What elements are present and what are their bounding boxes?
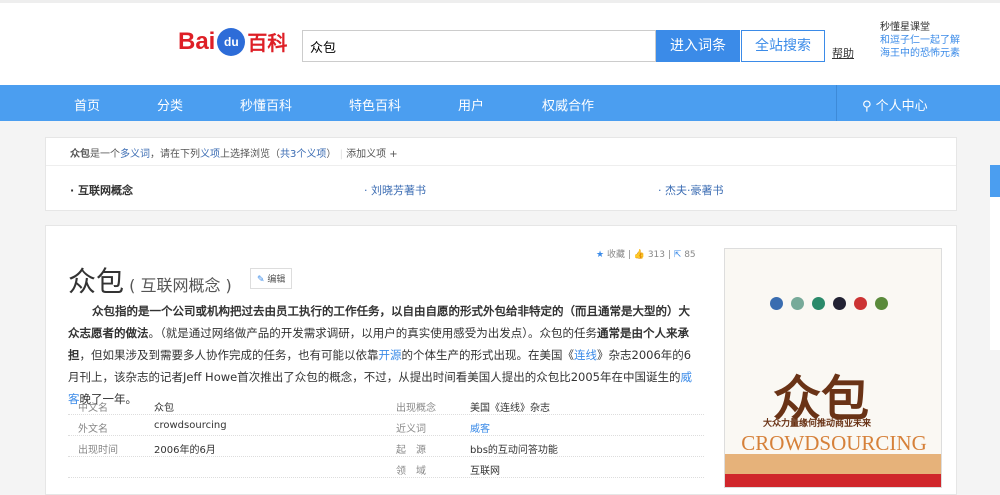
promo-banner[interactable]: 秒懂星课堂 和逗子仁一起了解 海王中的恐怖元素 xyxy=(880,21,960,60)
nav-category[interactable]: 分类 xyxy=(157,95,183,114)
table-row: 中文名 众包 出现概念 美国《连线》杂志 xyxy=(68,394,704,415)
article-tools: ★ 收藏 | 👍 313 | ⇱ 85 xyxy=(596,250,696,260)
nav-miaodong[interactable]: 秒懂百科 xyxy=(240,95,292,114)
polysemy-box: 众包是一个多义词，请在下列义项上选择浏览（共3个义项） | 添加义项 + · 互… xyxy=(45,137,957,211)
page-title: 众包 ( 互联网概念 ) xyxy=(68,265,232,298)
enter-entry-button[interactable]: 进入词条 xyxy=(656,30,740,62)
sense-link[interactable]: 义项 xyxy=(200,149,220,160)
baidu-baike-logo[interactable]: Bai du 百科 xyxy=(178,27,287,56)
edit-button[interactable]: ✎ 编辑 xyxy=(250,268,293,289)
promo-title: 秒懂星课堂 xyxy=(880,22,930,33)
table-row: 领 域互联网 xyxy=(68,457,704,478)
sense-item-active: · 互联网概念 xyxy=(70,184,134,197)
thumbs-up-icon[interactable]: 👍 xyxy=(634,250,645,260)
user-center-link[interactable]: ⚲ 个人中心 xyxy=(862,95,928,114)
table-row: 外文名 crowdsourcing 近义词 威客 xyxy=(68,415,704,436)
promo-line: 海王中的恐怖元素 xyxy=(880,48,960,59)
side-float-panel[interactable] xyxy=(990,165,1000,350)
search-input[interactable] xyxy=(302,30,656,62)
share-icon[interactable]: ⇱ xyxy=(674,250,682,260)
collect-button[interactable]: 收藏 xyxy=(607,250,625,260)
link-wired[interactable]: 连线 xyxy=(574,348,597,362)
sense-count-link[interactable]: 共3个义项 xyxy=(280,149,326,160)
pencil-icon: ✎ xyxy=(257,275,265,285)
cover-decoration xyxy=(770,297,888,310)
nav-users[interactable]: 用户 xyxy=(458,95,484,114)
basic-info-table: 中文名 众包 出现概念 美国《连线》杂志 外文名 crowdsourcing 近义词 威客 … xyxy=(68,394,704,478)
nav-featured[interactable]: 特色百科 xyxy=(349,95,401,114)
header: Baidu百科 进入词条 全站搜索 帮助 秒懂星课堂 和逗子仁一起了解 海王中的… xyxy=(0,0,1000,85)
promo-line: 和逗子仁一起了解 xyxy=(880,35,960,46)
multi-word-link[interactable]: 多义词 xyxy=(120,149,150,160)
nav-divider xyxy=(836,85,837,121)
main-nav: 首页 分类 秒懂百科 特色百科 用户 权威合作 ⚲ 个人中心 xyxy=(0,85,1000,121)
nav-authority[interactable]: 权威合作 xyxy=(542,95,594,114)
paw-icon: du xyxy=(217,27,246,56)
table-row: 出现时间 2006年的6月起 源 bbs的互动问答功能 xyxy=(68,436,704,457)
sense-item[interactable]: · 刘晓芳著书 xyxy=(364,182,426,198)
link-open-source[interactable]: 开源 xyxy=(379,348,402,362)
nav-home[interactable]: 首页 xyxy=(74,95,100,114)
book-cover-image[interactable]: 众包 大众力量缘何推动商业未来 CROWDSOURCING xyxy=(724,248,942,488)
like-count: 313 xyxy=(647,250,666,260)
sense-item[interactable]: · 杰夫·豪著书 xyxy=(658,182,724,198)
star-icon[interactable]: ★ xyxy=(596,250,604,260)
site-search-button[interactable]: 全站搜索 xyxy=(741,30,825,62)
add-sense-button[interactable]: 添加义项 + xyxy=(346,149,398,160)
user-icon: ⚲ xyxy=(862,99,876,114)
help-link[interactable]: 帮助 xyxy=(832,45,854,61)
share-count: 85 xyxy=(684,250,696,260)
polysemy-notice: 众包是一个多义词，请在下列义项上选择浏览（共3个义项） | 添加义项 + xyxy=(46,138,956,166)
